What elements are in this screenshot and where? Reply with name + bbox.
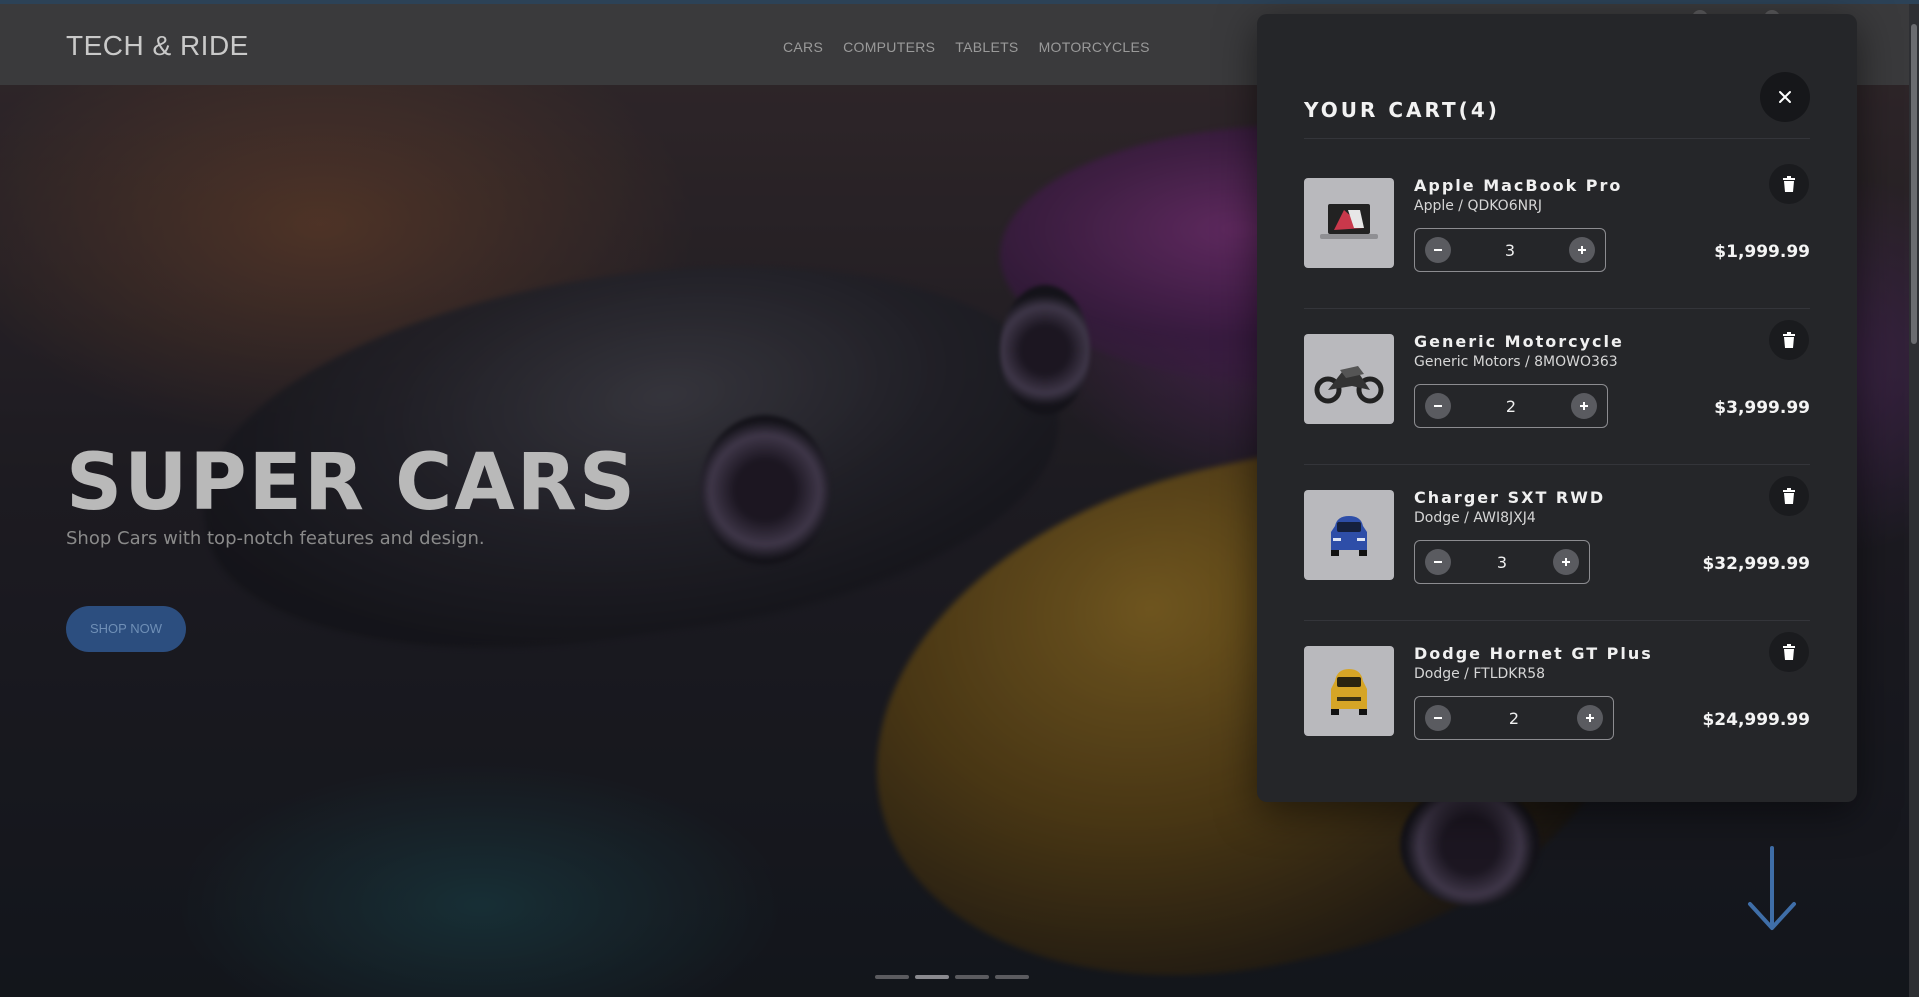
slider-dot[interactable] <box>875 975 909 979</box>
increase-button[interactable] <box>1577 705 1603 731</box>
cart-item: Dodge Hornet GT Plus Dodge / FTLDKR58 2 … <box>1304 632 1810 764</box>
slider-dot[interactable] <box>955 975 989 979</box>
decrease-button[interactable] <box>1425 549 1451 575</box>
increase-button[interactable] <box>1571 393 1597 419</box>
cart-item: Charger SXT RWD Dodge / AWI8JXJ4 3 $32,9… <box>1304 476 1810 608</box>
minus-icon <box>1434 249 1442 251</box>
blue-car-icon <box>1331 516 1367 556</box>
cart-divider <box>1304 620 1810 621</box>
item-name: Generic Motorcycle <box>1414 332 1624 351</box>
decrease-button[interactable] <box>1425 705 1451 731</box>
minus-icon <box>1434 717 1442 719</box>
quantity-stepper: 2 <box>1414 384 1608 428</box>
remove-item-button[interactable] <box>1769 476 1809 516</box>
item-brand-sku: Apple / QDKO6NRJ <box>1414 198 1542 214</box>
shop-now-button[interactable]: SHOP NOW <box>66 606 186 652</box>
increase-button[interactable] <box>1569 237 1595 263</box>
item-name: Dodge Hornet GT Plus <box>1414 644 1653 663</box>
item-price: $1,999.99 <box>1714 242 1810 262</box>
nav-item-motorcycles[interactable]: MOTORCYCLES <box>1039 39 1150 55</box>
remove-item-button[interactable] <box>1769 320 1809 360</box>
item-brand-sku: Generic Motors / 8MOWO363 <box>1414 354 1618 370</box>
page-scrollbar[interactable] <box>1909 4 1919 997</box>
trash-icon <box>1783 332 1795 348</box>
site-logo[interactable]: TECH & RIDE <box>66 30 249 62</box>
laptop-icon <box>1320 204 1378 239</box>
trash-icon <box>1783 644 1795 660</box>
cart-item: Generic Motorcycle Generic Motors / 8MOW… <box>1304 320 1810 452</box>
product-thumbnail[interactable] <box>1304 646 1394 736</box>
quantity-value[interactable]: 3 <box>1497 553 1507 572</box>
quantity-value[interactable]: 2 <box>1506 397 1516 416</box>
minus-icon <box>1434 561 1442 563</box>
item-name: Apple MacBook Pro <box>1414 176 1623 195</box>
quantity-stepper: 2 <box>1414 696 1614 740</box>
nav-item-tablets[interactable]: TABLETS <box>955 39 1018 55</box>
product-thumbnail[interactable] <box>1304 490 1394 580</box>
remove-item-button[interactable] <box>1769 164 1809 204</box>
item-name: Charger SXT RWD <box>1414 488 1606 507</box>
cart-item: Apple MacBook Pro Apple / QDKO6NRJ 3 $1,… <box>1304 164 1810 296</box>
plus-icon <box>1562 558 1570 566</box>
cart-title: YOUR CART(4) <box>1304 98 1500 122</box>
cart-divider <box>1304 464 1810 465</box>
close-icon <box>1779 91 1791 103</box>
close-cart-button[interactable] <box>1760 72 1810 122</box>
nav-item-computers[interactable]: COMPUTERS <box>843 39 935 55</box>
hero-title: SUPER CARS <box>66 438 638 528</box>
item-brand-sku: Dodge / AWI8JXJ4 <box>1414 510 1536 526</box>
slider-dot[interactable] <box>995 975 1029 979</box>
decrease-button[interactable] <box>1425 393 1451 419</box>
scrollbar-thumb[interactable] <box>1911 24 1917 344</box>
item-price: $3,999.99 <box>1714 398 1810 418</box>
cart-divider <box>1304 138 1810 139</box>
increase-button[interactable] <box>1553 549 1579 575</box>
quantity-stepper: 3 <box>1414 540 1590 584</box>
trash-icon <box>1783 176 1795 192</box>
plus-icon <box>1578 246 1586 254</box>
cart-panel: YOUR CART(4) Apple MacBook Pro Apple / Q… <box>1257 14 1857 802</box>
plus-icon <box>1586 714 1594 722</box>
trash-icon <box>1783 488 1795 504</box>
main-nav: CARS COMPUTERS TABLETS MOTORCYCLES <box>783 39 1150 55</box>
item-price: $32,999.99 <box>1702 554 1810 574</box>
decrease-button[interactable] <box>1425 237 1451 263</box>
slider-dot-active[interactable] <box>915 975 949 979</box>
slider-indicators <box>875 975 1029 979</box>
quantity-value[interactable]: 2 <box>1509 709 1519 728</box>
hero-subtitle: Shop Cars with top-notch features and de… <box>66 528 485 549</box>
motorcycle-icon <box>1314 366 1384 404</box>
yellow-car-icon <box>1331 669 1367 715</box>
item-brand-sku: Dodge / FTLDKR58 <box>1414 666 1546 682</box>
quantity-value[interactable]: 3 <box>1505 241 1515 260</box>
remove-item-button[interactable] <box>1769 632 1809 672</box>
product-thumbnail[interactable] <box>1304 334 1394 424</box>
product-thumbnail[interactable] <box>1304 178 1394 268</box>
cart-divider <box>1304 308 1810 309</box>
scroll-down-arrow-icon[interactable] <box>1744 846 1800 932</box>
quantity-stepper: 3 <box>1414 228 1606 272</box>
minus-icon <box>1434 405 1442 407</box>
plus-icon <box>1580 402 1588 410</box>
item-price: $24,999.99 <box>1702 710 1810 730</box>
nav-item-cars[interactable]: CARS <box>783 39 823 55</box>
